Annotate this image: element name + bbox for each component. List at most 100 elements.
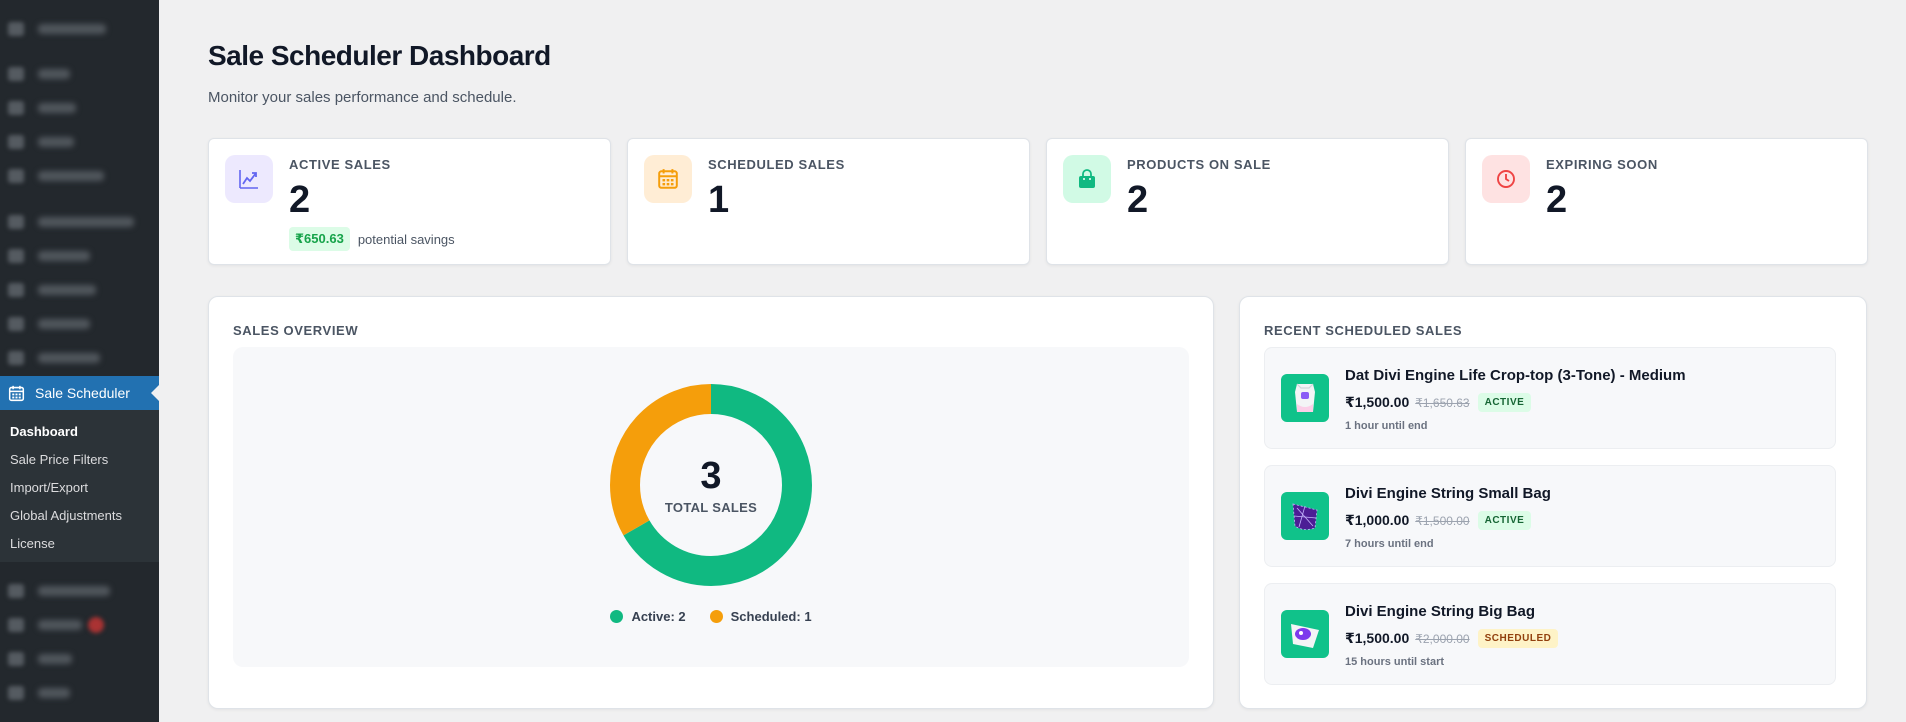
product-name: Dat Divi Engine Life Crop-top (3-Tone) -… (1345, 367, 1686, 384)
donut-center: 3 TOTAL SALES (610, 384, 812, 586)
clock-icon (1482, 155, 1530, 203)
stat-card-expiring-soon: EXPIRING SOON 2 (1465, 138, 1868, 265)
regular-price: ₹1,500.00 (1415, 513, 1470, 528)
price-row: ₹1,500.00 ₹2,000.00 SCHEDULED (1345, 629, 1559, 648)
submenu-import-export[interactable]: Import/Export (0, 474, 159, 502)
sidebar-item-analytics[interactable] (0, 307, 159, 341)
status-badge: ACTIVE (1477, 393, 1532, 412)
products-icon (8, 249, 24, 263)
regular-price: ₹2,000.00 (1415, 631, 1470, 646)
marketing-icon (8, 351, 24, 365)
calendar-icon (8, 385, 25, 401)
sale-item[interactable]: Divi Engine String Big Bag ₹1,500.00 ₹2,… (1264, 583, 1836, 685)
sale-price: ₹1,000.00 (1345, 512, 1410, 528)
dashboard-icon (8, 22, 24, 36)
appearance-icon (8, 584, 24, 598)
panel-title: SALES OVERVIEW (233, 323, 359, 338)
sidebar-item-pages[interactable] (0, 125, 159, 159)
sale-scheduler-submenu: Dashboard Sale Price Filters Import/Expo… (0, 410, 159, 562)
tools-icon (8, 686, 24, 700)
price-row: ₹1,500.00 ₹1,650.63 ACTIVE (1345, 393, 1532, 412)
sidebar-item-tools[interactable] (0, 676, 159, 710)
stat-value: 2 (289, 179, 311, 221)
stat-value: 1 (708, 179, 730, 221)
stat-card-scheduled-sales: SCHEDULED SALES 1 (627, 138, 1030, 265)
status-badge: ACTIVE (1477, 511, 1532, 530)
plugins-icon (8, 618, 24, 632)
submenu-license[interactable]: License (0, 530, 159, 558)
legend-item-active: Active: 2 (610, 609, 686, 624)
product-name: Divi Engine String Small Bag (1345, 485, 1551, 502)
sale-price: ₹1,500.00 (1345, 630, 1410, 646)
panel-title: RECENT SCHEDULED SALES (1264, 323, 1463, 338)
total-sales-value: 3 (700, 454, 722, 497)
analytics-icon (8, 317, 24, 331)
product-thumbnail (1281, 610, 1329, 658)
sidebar-item-sale-scheduler[interactable]: Sale Scheduler (0, 376, 159, 410)
woocommerce-icon (8, 215, 24, 229)
media-icon (8, 101, 24, 115)
price-row: ₹1,000.00 ₹1,500.00 ACTIVE (1345, 511, 1532, 530)
stat-card-products-on-sale: PRODUCTS ON SALE 2 (1046, 138, 1449, 265)
sale-price: ₹1,500.00 (1345, 394, 1410, 410)
page-subtitle: Monitor your sales performance and sched… (208, 89, 517, 106)
sidebar-item-plugins[interactable] (0, 608, 159, 642)
savings-amount: ₹650.63 (289, 227, 350, 251)
recent-scheduled-sales-panel: RECENT SCHEDULED SALES Dat Divi Engine L… (1239, 296, 1867, 709)
comments-icon (8, 169, 24, 183)
stat-value: 2 (1546, 179, 1568, 221)
sidebar-item-appearance[interactable] (0, 574, 159, 608)
submenu-dashboard[interactable]: Dashboard (0, 418, 159, 446)
status-badge: SCHEDULED (1477, 629, 1559, 648)
pin-icon (8, 67, 24, 81)
legend-label: Scheduled: 1 (730, 609, 812, 624)
stat-label: PRODUCTS ON SALE (1127, 157, 1271, 172)
sidebar-item-users[interactable] (0, 642, 159, 676)
stat-card-active-sales: ACTIVE SALES 2 ₹650.63 potential savings (208, 138, 611, 265)
sidebar-item-media[interactable] (0, 91, 159, 125)
savings-row: ₹650.63 potential savings (289, 227, 455, 251)
main-content: Sale Scheduler Dashboard Monitor your sa… (159, 0, 1906, 722)
product-name: Divi Engine String Big Bag (1345, 603, 1536, 620)
shopping-bag-icon (1063, 155, 1111, 203)
stat-label: EXPIRING SOON (1546, 157, 1658, 172)
sidebar-item-payments[interactable] (0, 273, 159, 307)
stat-value: 2 (1127, 179, 1149, 221)
current-menu-arrow (151, 385, 159, 401)
legend-item-scheduled: Scheduled: 1 (709, 609, 812, 624)
donut-chart: 3 TOTAL SALES (610, 384, 812, 586)
submenu-global-adjustments[interactable]: Global Adjustments (0, 502, 159, 530)
legend-dot-scheduled (709, 610, 723, 623)
stat-label: ACTIVE SALES (289, 157, 391, 172)
calendar-icon (644, 155, 692, 203)
chart-legend: Active: 2 Scheduled: 1 (233, 609, 1189, 624)
savings-text: potential savings (357, 231, 455, 247)
legend-dot-active (610, 610, 624, 623)
page-title: Sale Scheduler Dashboard (208, 40, 551, 71)
sidebar-item-products[interactable] (0, 239, 159, 273)
sale-item[interactable]: Divi Engine String Small Bag ₹1,000.00 ₹… (1264, 465, 1836, 567)
time-remaining: 7 hours until end (1345, 538, 1434, 550)
sidebar-item-woocommerce[interactable] (0, 205, 159, 239)
update-badge (88, 617, 104, 633)
submenu-sale-price-filters[interactable]: Sale Price Filters (0, 446, 159, 474)
sale-item[interactable]: Dat Divi Engine Life Crop-top (3-Tone) -… (1264, 347, 1836, 449)
users-icon (8, 652, 24, 666)
sidebar-item-comments[interactable] (0, 159, 159, 193)
sidebar-item-marketing[interactable] (0, 341, 159, 375)
time-remaining: 15 hours until start (1345, 656, 1445, 668)
regular-price: ₹1,650.63 (1415, 395, 1470, 410)
chart-area: 3 TOTAL SALES Active: 2 Scheduled: 1 (233, 347, 1189, 667)
stat-label: SCHEDULED SALES (708, 157, 845, 172)
time-remaining: 1 hour until end (1345, 420, 1428, 432)
total-sales-label: TOTAL SALES (664, 499, 758, 515)
pages-icon (8, 135, 24, 149)
sidebar-item-posts[interactable] (0, 57, 159, 91)
trending-chart-icon (225, 155, 273, 203)
product-thumbnail (1281, 492, 1329, 540)
sidebar-item-dashboard[interactable] (0, 12, 159, 46)
product-thumbnail (1281, 374, 1329, 422)
payments-icon (8, 283, 24, 297)
sales-overview-panel: SALES OVERVIEW 3 TOTAL SALES Active: 2 S… (208, 296, 1214, 709)
legend-label: Active: 2 (631, 609, 686, 624)
